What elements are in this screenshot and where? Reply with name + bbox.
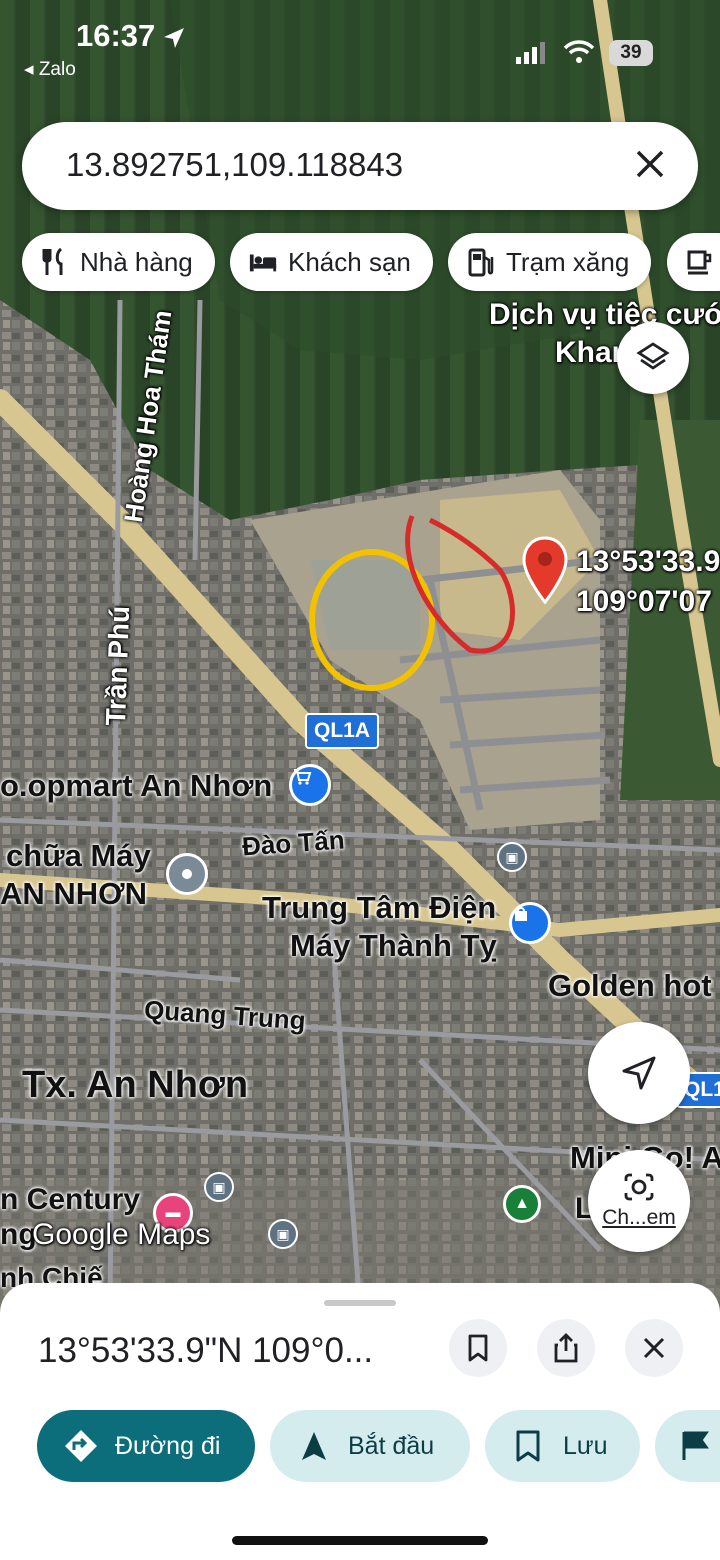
hotel-icon [248, 247, 278, 277]
save-label: Lưu [563, 1431, 608, 1460]
status-bar: 16:37 ◂ Zalo 39 [0, 0, 720, 90]
park-tree-icon[interactable]: ▲ [503, 1185, 541, 1223]
layers-icon [636, 342, 670, 370]
label-button[interactable] [655, 1410, 720, 1482]
wifi-icon [563, 40, 595, 69]
shopping-bag-icon[interactable] [509, 902, 551, 944]
bookmark-icon [468, 1334, 488, 1362]
place-title: 13°53'33.9"N 109°0... [38, 1331, 374, 1370]
search-input[interactable]: 13.892751,109.118843 [66, 146, 403, 184]
location-arrow-icon [162, 26, 186, 55]
lens-label: Ch...em [602, 1206, 676, 1229]
chip-label: Khách sạn [288, 246, 411, 277]
bus-stop-icon[interactable]: ▣ [497, 842, 527, 872]
home-indicator[interactable] [232, 1536, 488, 1545]
place-marker-icon[interactable] [166, 853, 208, 895]
navigation-icon [300, 1430, 328, 1462]
gas-station-icon [466, 247, 496, 277]
directions-button[interactable]: Đường đi [37, 1410, 255, 1482]
share-icon [554, 1333, 578, 1363]
close-sheet-button[interactable] [625, 1319, 683, 1377]
battery-indicator: 39 [609, 40, 653, 66]
coffee-icon [685, 247, 715, 277]
bottom-sheet: 13°53'33.9"N 109°0... Đường đi Bắt đầu L… [0, 1283, 720, 1560]
map-label-dich-vu: Dịch vụ tiệc cướ [489, 298, 720, 331]
close-icon[interactable] [630, 144, 670, 186]
map-label-golden: Golden hot [548, 968, 712, 1003]
bookmark-icon [515, 1430, 541, 1462]
map-label-century: n Century [0, 1183, 141, 1216]
status-time: 16:37 [76, 18, 156, 53]
street-label-tran-phu: Trần Phú [100, 605, 136, 727]
signal-icon [516, 42, 546, 69]
share-button[interactable] [537, 1319, 595, 1377]
map-label-chua-may: chữa Máy [6, 838, 151, 873]
chip-gas-stations[interactable]: Trạm xăng [448, 233, 651, 291]
pin-coordinate-label: 13°53'33.9 [576, 545, 720, 578]
map-layers-button[interactable] [617, 322, 689, 394]
bus-stop-icon-2[interactable]: ▣ [204, 1172, 234, 1202]
chip-restaurants[interactable]: Nhà hàng [22, 233, 215, 291]
navigation-arrow-icon [622, 1056, 656, 1090]
chip-label: Trạm xăng [506, 246, 630, 277]
restaurant-icon [40, 247, 70, 277]
lens-search-button[interactable]: Ch...em [588, 1150, 690, 1252]
directions-label: Đường đi [115, 1431, 221, 1460]
google-maps-watermark: Google Maps [32, 1218, 211, 1251]
start-label: Bắt đầu [348, 1431, 435, 1460]
camera-search-icon [624, 1173, 654, 1201]
chip-cafe[interactable] [667, 233, 720, 291]
flag-icon [681, 1430, 709, 1462]
back-to-app[interactable]: ◂ Zalo [24, 58, 76, 81]
chip-hotels[interactable]: Khách sạn [230, 233, 433, 291]
map-label-coopmart: o.opmart An Nhơn [0, 768, 273, 803]
back-triangle-icon: ◂ [24, 59, 39, 80]
chip-label: Nhà hàng [80, 246, 193, 277]
map-label-trung-tam-2: Máy Thành Tỵ [290, 928, 497, 963]
bookmark-button[interactable] [449, 1319, 507, 1377]
map-label-an-nhon-caps: AN NHƠN [0, 876, 147, 911]
location-pin-icon[interactable] [522, 536, 568, 606]
save-button[interactable]: Lưu [485, 1410, 640, 1482]
sheet-drag-handle[interactable] [324, 1300, 396, 1306]
pin-coordinate-label-2: 109°07'07 [576, 585, 712, 618]
my-location-button[interactable] [588, 1022, 690, 1124]
shopping-cart-icon[interactable] [289, 764, 331, 806]
map-label-trung-tam-1: Trung Tâm Điện [262, 890, 497, 925]
bus-stop-icon-3[interactable]: ▣ [268, 1219, 298, 1249]
back-app-label: Zalo [38, 59, 76, 80]
directions-icon [63, 1428, 99, 1464]
map-label-tx-an-nhon: Tx. An Nhơn [22, 1064, 249, 1106]
close-icon [643, 1337, 665, 1359]
start-button[interactable]: Bắt đầu [270, 1410, 470, 1482]
search-bar[interactable]: 13.892751,109.118843 [22, 122, 698, 210]
highway-shield-ql1a: QL1A [305, 713, 380, 749]
